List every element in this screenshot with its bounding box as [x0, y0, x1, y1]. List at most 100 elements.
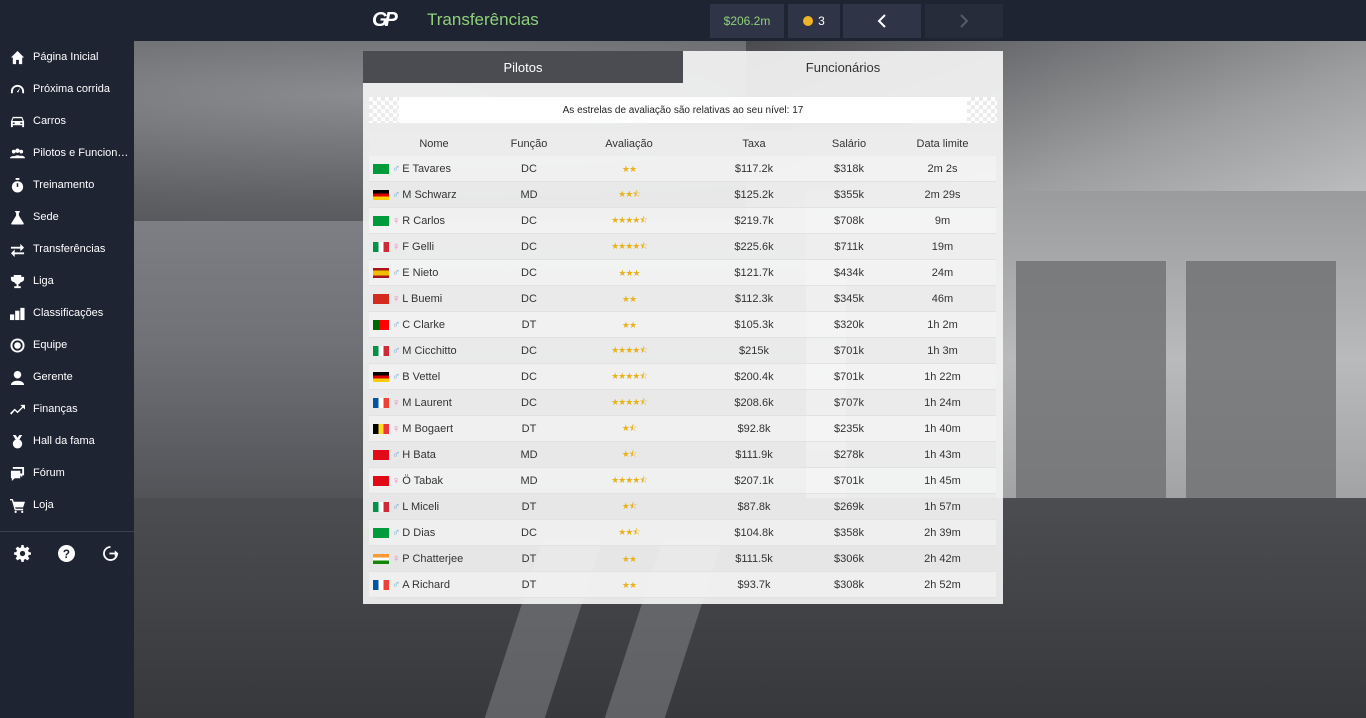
- male-icon: ♂: [392, 526, 401, 539]
- table-row[interactable]: ♂ H Bata MD ★⯪ $111.9k $278k 1h 43m: [369, 442, 996, 468]
- table-row[interactable]: ♂ E Nieto DC ★★★ $121.7k $434k 24m: [369, 260, 996, 286]
- checkered-flag-decoration: [967, 97, 997, 123]
- col-salary[interactable]: Salário: [809, 138, 889, 150]
- logout-button[interactable]: [101, 544, 119, 562]
- sidebar-item-manager[interactable]: Gerente: [0, 361, 134, 393]
- table-row[interactable]: ♂ M Schwarz MD ★★⯪ $125.2k $355k 2m 29s: [369, 182, 996, 208]
- staff-salary: $355k: [834, 188, 864, 201]
- staff-function: DC: [521, 396, 537, 409]
- table-row[interactable]: ♂ D Dias DC ★★⯪ $104.8k $358k 2h 39m: [369, 520, 996, 546]
- rating-stars: ★★⯪: [618, 188, 641, 199]
- table-row[interactable]: ♂ E Tavares DC ★★ $117.2k $318k 2m 2s: [369, 156, 996, 182]
- staff-function: DC: [521, 344, 537, 357]
- table-row[interactable]: ♀ M Bogaert DT ★⯪ $92.8k $235k 1h 40m: [369, 416, 996, 442]
- female-icon: ♀: [392, 474, 401, 487]
- previous-button[interactable]: [843, 4, 921, 38]
- tab-funcionarios[interactable]: Funcionários: [683, 51, 1003, 83]
- rating-stars: ★★: [621, 553, 637, 564]
- staff-name[interactable]: M Cicchitto: [402, 345, 456, 357]
- female-icon: ♀: [392, 292, 401, 305]
- sidebar-item-hall-of-fame[interactable]: Hall da fama: [0, 425, 134, 457]
- staff-function: DC: [521, 162, 537, 175]
- staff-function: DT: [521, 500, 537, 513]
- next-button[interactable]: [925, 4, 1003, 38]
- staff-deadline: 2h 42m: [924, 552, 961, 565]
- table-row[interactable]: ♂ L Miceli DT ★⯪ $87.8k $269k 1h 57m: [369, 494, 996, 520]
- male-icon: ♂: [392, 578, 401, 591]
- staff-name[interactable]: F Gelli: [402, 241, 434, 253]
- male-icon: ♂: [392, 448, 401, 461]
- table-row[interactable]: ♀ R Carlos DC ★★★★⯪ $219.7k $708k 9m: [369, 208, 996, 234]
- staff-name[interactable]: E Nieto: [402, 267, 438, 279]
- help-icon: ?: [57, 544, 75, 562]
- staff-name[interactable]: B Vettel: [402, 371, 440, 383]
- staff-function: DT: [521, 318, 537, 331]
- car-icon: [9, 113, 25, 129]
- sidebar-item-cars[interactable]: Carros: [0, 105, 134, 137]
- staff-name[interactable]: C Clarke: [402, 319, 445, 331]
- staff-salary: $269k: [834, 500, 864, 513]
- settings-button[interactable]: [13, 544, 31, 562]
- staff-name[interactable]: L Buemi: [402, 293, 442, 305]
- staff-name[interactable]: R Carlos: [402, 215, 445, 227]
- tokens-balance[interactable]: 3: [788, 4, 840, 38]
- sidebar-item-league[interactable]: Liga: [0, 265, 134, 297]
- staff-deadline: 1h 3m: [927, 344, 958, 357]
- staff-name[interactable]: H Bata: [402, 449, 436, 461]
- flag-fr-icon: [373, 397, 389, 408]
- staff-name[interactable]: D Dias: [402, 527, 435, 539]
- speedometer-icon: [9, 81, 25, 97]
- staff-name[interactable]: L Miceli: [402, 501, 439, 513]
- staff-name[interactable]: P Chatterjee: [402, 553, 463, 565]
- help-button[interactable]: ?: [57, 544, 75, 562]
- col-function[interactable]: Função: [499, 138, 559, 150]
- staff-deadline: 2h 39m: [924, 526, 961, 539]
- sidebar-item-label: Carros: [33, 115, 67, 127]
- money-balance[interactable]: $206.2m: [710, 4, 784, 38]
- sidebar-item-standings[interactable]: Classificações: [0, 297, 134, 329]
- col-fee[interactable]: Taxa: [699, 138, 809, 150]
- sidebar-item-label: Sede: [33, 211, 59, 223]
- staff-name[interactable]: M Bogaert: [402, 423, 453, 435]
- sidebar-item-label: Equipe: [33, 339, 68, 351]
- sidebar-item-label: Hall da fama: [33, 435, 95, 447]
- flask-icon: [9, 209, 25, 225]
- sidebar-item-transfers[interactable]: Transferências: [0, 233, 134, 265]
- staff-deadline: 1h 22m: [924, 370, 961, 383]
- sidebar-item-forum[interactable]: Fórum: [0, 457, 134, 489]
- rating-notice: As estrelas de avaliação são relativas a…: [369, 97, 997, 123]
- table-row[interactable]: ♂ A Richard DT ★★ $93.7k $308k 2h 52m: [369, 572, 996, 598]
- staff-name[interactable]: Ö Tabak: [402, 475, 443, 487]
- staff-name[interactable]: E Tavares: [402, 163, 451, 175]
- sidebar-item-finances[interactable]: Finanças: [0, 393, 134, 425]
- table-row[interactable]: ♀ P Chatterjee DT ★★ $111.5k $306k 2h 42m: [369, 546, 996, 572]
- col-deadline[interactable]: Data limite: [889, 138, 996, 150]
- sidebar-item-training[interactable]: Treinamento: [0, 169, 134, 201]
- sidebar-item-drivers-staff[interactable]: Pilotos e Funcionários: [0, 137, 134, 169]
- table-row[interactable]: ♂ C Clarke DT ★★ $105.3k $320k 1h 2m: [369, 312, 996, 338]
- tab-pilotos[interactable]: Pilotos: [363, 51, 683, 83]
- table-row[interactable]: ♂ B Vettel DC ★★★★⯪ $200.4k $701k 1h 22m: [369, 364, 996, 390]
- sidebar: Página Inicial Próxima corrida Carros Pi…: [0, 41, 134, 718]
- staff-rating: ★★★★⯪: [559, 473, 699, 489]
- col-name[interactable]: Nome: [369, 138, 499, 150]
- table-row[interactable]: ♀ Ö Tabak MD ★★★★⯪ $207.1k $701k 1h 45m: [369, 468, 996, 494]
- sidebar-item-shop[interactable]: Loja: [0, 489, 134, 521]
- rating-stars: ★★: [621, 163, 637, 174]
- staff-name[interactable]: A Richard: [402, 579, 450, 591]
- sidebar-item-team[interactable]: Equipe: [0, 329, 134, 361]
- table-row[interactable]: ♀ L Buemi DC ★★ $112.3k $345k 46m: [369, 286, 996, 312]
- table-row[interactable]: ♀ F Gelli DC ★★★★⯪ $225.6k $711k 19m: [369, 234, 996, 260]
- table-row[interactable]: ♂ M Cicchitto DC ★★★★⯪ $215k $701k 1h 3m: [369, 338, 996, 364]
- flag-fr-icon: [373, 579, 389, 590]
- table-row[interactable]: ♀ M Laurent DC ★★★★⯪ $208.6k $707k 1h 24m: [369, 390, 996, 416]
- sidebar-item-home[interactable]: Página Inicial: [0, 41, 134, 73]
- staff-fee: $117.2k: [734, 162, 774, 175]
- staff-name[interactable]: M Schwarz: [402, 189, 456, 201]
- app-logo[interactable]: GP: [372, 9, 400, 31]
- sidebar-item-next-race[interactable]: Próxima corrida: [0, 73, 134, 105]
- col-rating[interactable]: Avaliação: [559, 138, 699, 150]
- male-icon: ♂: [392, 500, 401, 513]
- sidebar-item-headquarters[interactable]: Sede: [0, 201, 134, 233]
- staff-name[interactable]: M Laurent: [402, 397, 452, 409]
